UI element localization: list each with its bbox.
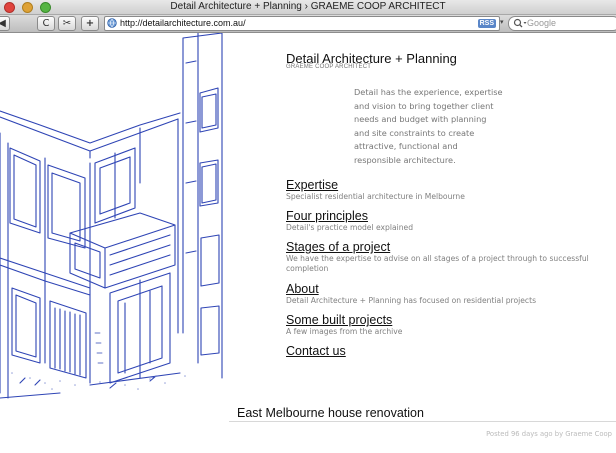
nav-item-contact: Contact us [286, 344, 614, 358]
scissors-icon: ✂ [62, 18, 72, 29]
nav-desc-about: Detail Architecture + Planning has focus… [286, 296, 537, 305]
web-page: Detail Architecture + Planning GRAEME CO… [0, 33, 616, 453]
search-icon [513, 18, 527, 28]
nav-link-built-projects[interactable]: Some built projects [286, 313, 614, 327]
nav-item-about: About Detail Architecture + Planning has… [286, 282, 614, 306]
search-field[interactable]: Google [508, 16, 616, 31]
add-bookmark-button[interactable]: + [81, 16, 99, 31]
title-bar: Detail Architecture + Planning › GRAEME … [0, 0, 616, 15]
chevron-down-icon[interactable]: ▾ [500, 18, 504, 26]
back-icon: ◀ [0, 18, 6, 29]
reload-button[interactable]: C [37, 16, 55, 31]
nav-item-four-principles: Four principles Detail's practice model … [286, 209, 614, 233]
nav-item-expertise: Expertise Specialist residential archite… [286, 178, 614, 202]
nav-item-built-projects: Some built projects A few images from th… [286, 313, 614, 337]
nav-link-expertise[interactable]: Expertise [286, 178, 614, 192]
nav-link-stages[interactable]: Stages of a project [286, 240, 614, 254]
browser-toolbar: ◀ C ✂ + http://detailarchitecture.com.au… [0, 15, 616, 33]
post-divider [229, 421, 616, 422]
nav-item-stages: Stages of a project We have the expertis… [286, 240, 614, 273]
reload-icon: C [42, 18, 50, 29]
post-meta: Posted 96 days ago by Graeme Coop [486, 430, 612, 438]
architecture-sketch-image [0, 33, 223, 399]
nav-desc-four-principles: Detail's practice model explained [286, 223, 414, 232]
url-text: http://detailarchitecture.com.au/ [120, 18, 246, 28]
intro-text: Detail has the experience, expertise and… [354, 87, 503, 165]
back-button[interactable]: ◀ [0, 16, 10, 31]
nav-link-contact[interactable]: Contact us [286, 344, 614, 358]
nav-desc-expertise: Specialist residential architecture in M… [286, 192, 465, 201]
window-title: Detail Architecture + Planning › GRAEME … [170, 1, 446, 12]
nav-link-about[interactable]: About [286, 282, 614, 296]
site-subtitle: GRAEME COOP ARCHITECT [286, 64, 372, 70]
nav-desc-built-projects: A few images from the archive [286, 327, 403, 336]
address-bar[interactable]: http://detailarchitecture.com.au/ RSS [104, 16, 500, 31]
add-icon: + [85, 18, 95, 29]
nav-link-four-principles[interactable]: Four principles [286, 209, 614, 223]
nav-desc-stages: We have the expertise to advise on all s… [286, 254, 589, 273]
search-placeholder: Google [527, 18, 557, 28]
post-title[interactable]: East Melbourne house renovation [237, 406, 424, 420]
clip-button[interactable]: ✂ [58, 16, 76, 31]
globe-icon [107, 18, 117, 28]
rss-button[interactable]: RSS [477, 19, 496, 28]
